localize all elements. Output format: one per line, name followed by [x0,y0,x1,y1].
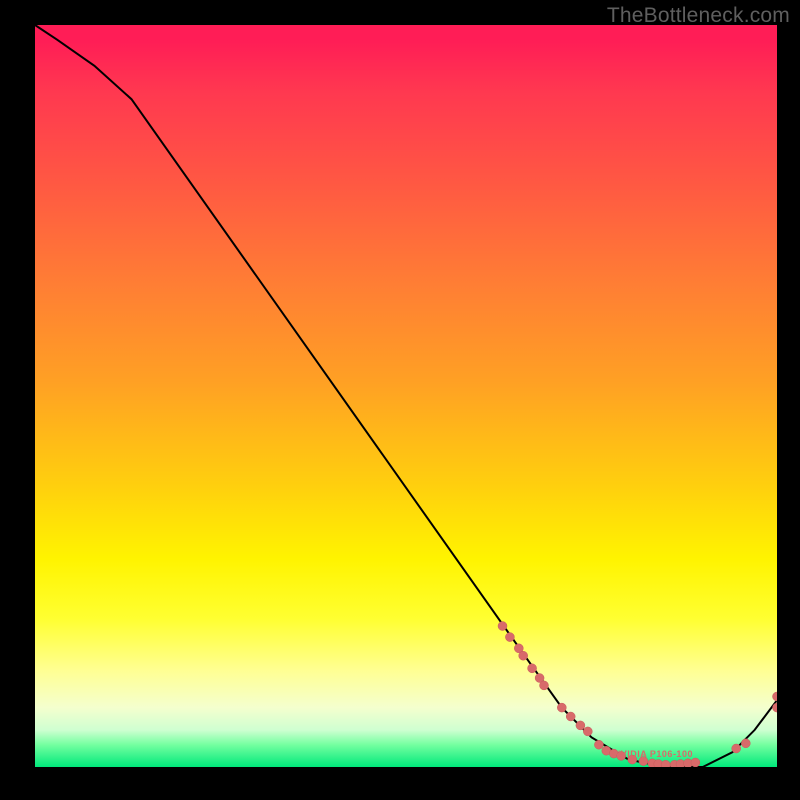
data-point [583,727,592,736]
chart-stage: TheBottleneck.com NVIDIA P106-100 [0,0,800,800]
data-point [498,622,507,631]
data-point [528,664,537,673]
data-point [741,739,750,748]
data-point [773,703,778,712]
data-point [732,744,741,753]
data-point [773,692,778,701]
plot-area: NVIDIA P106-100 [35,25,777,767]
watermark-text: TheBottleneck.com [607,4,790,28]
data-point [661,760,670,767]
data-point [594,740,603,749]
data-point [576,721,585,730]
data-point [557,703,566,712]
data-point [505,633,514,642]
data-points [35,25,777,767]
data-point [566,712,575,721]
data-point [691,758,700,767]
data-point [519,651,528,660]
data-point [540,681,549,690]
series-label: NVIDIA P106-100 [614,749,693,759]
